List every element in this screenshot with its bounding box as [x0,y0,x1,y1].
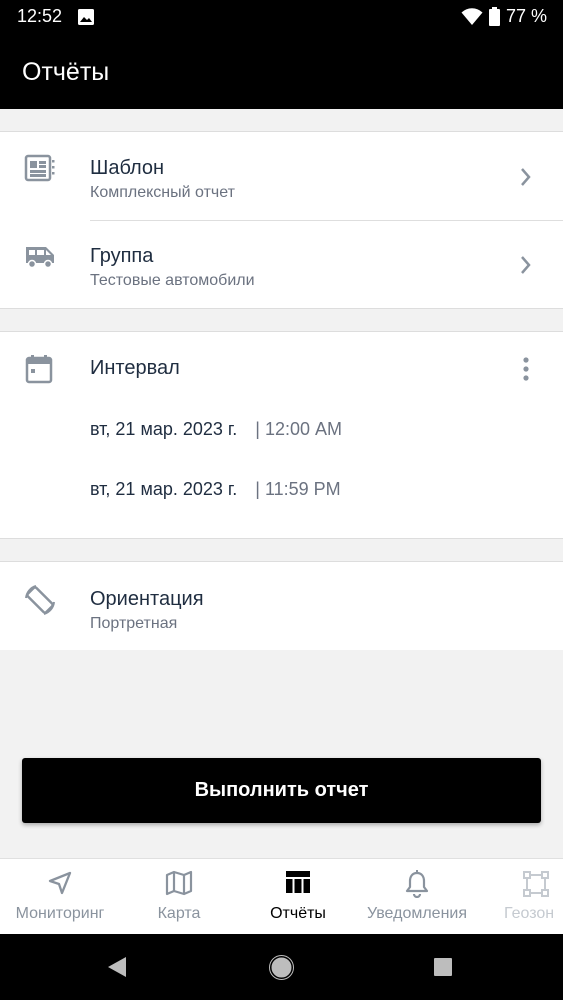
navigation-arrow-icon [48,871,72,895]
status-right: 77 % [461,6,547,27]
wifi-icon [461,7,483,25]
nav-label: Отчёты [270,905,326,922]
template-row[interactable]: Шаблон Комплексный отчет [0,132,563,220]
more-vertical-icon[interactable] [523,357,529,381]
bottom-navigation: Мониторинг Карта Отчёты Уведомления Геоз… [0,858,563,935]
run-report-button[interactable]: Выполнить отчет [22,758,541,823]
chevron-right-icon [521,168,531,186]
battery-percent: 77 % [505,6,547,26]
nav-label: Мониторинг [15,905,105,922]
system-navigation-bar [0,934,563,1000]
report-settings-card: Шаблон Комплексный отчет Группа Тестовые… [0,131,563,309]
van-icon [26,247,54,269]
orientation-subtitle: Портретная [90,615,178,632]
template-subtitle: Комплексный отчет [90,184,235,201]
nav-item-monitoring[interactable]: Мониторинг [0,859,120,935]
map-icon [165,870,193,896]
interval-card: Интервал вт, 21 мар. 2023 г. | 12:00 AM в… [0,331,563,539]
orientation-card: Ориентация Портретная [0,561,563,650]
table-icon [286,871,310,893]
chevron-right-icon [521,256,531,274]
interval-title: Интервал [90,357,180,379]
template-title: Шаблон [90,157,165,179]
orientation-title: Ориентация [90,588,204,610]
nav-item-map[interactable]: Карта [119,859,239,935]
recents-icon[interactable] [433,957,453,977]
nav-item-geofences[interactable]: Геозон [476,859,563,935]
nav-label: Карта [157,905,201,922]
interval-to[interactable]: вт, 21 мар. 2023 г. | 11:59 PM [90,479,341,500]
nav-item-notifications[interactable]: Уведомления [357,859,477,935]
nav-label: Геозон [504,905,555,922]
home-icon[interactable] [269,955,294,980]
bell-icon [405,870,429,898]
nav-label: Уведомления [366,905,468,922]
template-icon [24,154,55,182]
battery-icon [488,7,500,26]
page-title: Отчёты [22,58,110,86]
from-date[interactable]: вт, 21 мар. 2023 г. [90,419,237,439]
calendar-icon [25,355,53,384]
from-time[interactable]: | 12:00 AM [255,419,342,439]
to-time[interactable]: | 11:59 PM [255,479,340,499]
to-date[interactable]: вт, 21 мар. 2023 г. [90,479,237,499]
app-bar: Отчёты [0,34,563,109]
geofence-icon [523,871,549,897]
orientation-row[interactable]: Ориентация Портретная [0,562,563,650]
group-title: Группа [90,245,154,267]
back-icon[interactable] [107,956,127,978]
nav-item-reports[interactable]: Отчёты [238,859,358,935]
screen-rotation-icon [25,585,55,615]
status-bar: 12:52 77 % [0,0,563,34]
image-notification-icon [78,9,94,25]
group-row[interactable]: Группа Тестовые автомобили [0,221,563,308]
group-subtitle: Тестовые автомобили [90,272,255,289]
interval-from[interactable]: вт, 21 мар. 2023 г. | 12:00 AM [90,419,342,440]
status-time: 12:52 [17,6,63,26]
